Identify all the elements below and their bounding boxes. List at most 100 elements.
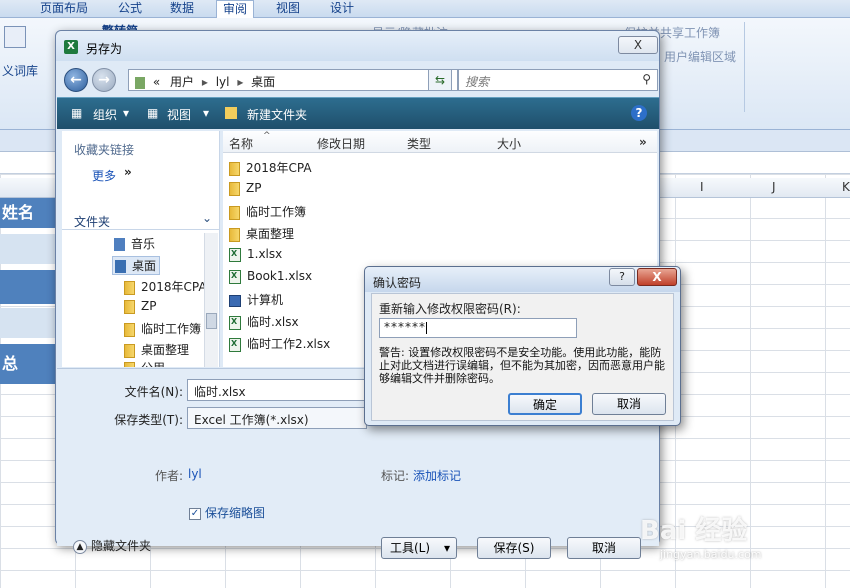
save-dialog-title: 另存为: [86, 42, 123, 56]
tab-view[interactable]: 视图: [276, 0, 300, 18]
more-link[interactable]: 更多: [92, 167, 116, 184]
new-folder-icon: [225, 107, 237, 119]
cancel-button[interactable]: 取消: [567, 537, 641, 559]
view-button[interactable]: 视图: [167, 106, 191, 123]
folders-heading[interactable]: 文件夹: [74, 213, 110, 230]
column-name[interactable]: 名称: [229, 135, 253, 152]
excel-file-icon: [229, 269, 241, 284]
organize-button[interactable]: 组织: [93, 106, 117, 123]
tree-scrollbar[interactable]: [204, 233, 218, 367]
ribbon-separator: [744, 22, 745, 112]
thumbnail-checkbox[interactable]: ✓ 保存缩略图: [189, 504, 265, 521]
tree-item-temp-workbook[interactable]: 临时工作簿: [124, 320, 204, 337]
location-icon: [135, 76, 145, 89]
chevron-double-icon[interactable]: »: [124, 165, 132, 179]
ribbon-custom-dict[interactable]: 义词库: [2, 62, 38, 79]
cell-total[interactable]: 总: [0, 344, 55, 384]
cell-blank-3[interactable]: [0, 308, 55, 338]
file-row[interactable]: 临时工作2.xlsx: [229, 335, 330, 352]
folder-icon: [229, 205, 240, 220]
folder-icon: [124, 299, 135, 314]
sort-up-icon: ^: [263, 131, 271, 141]
file-row[interactable]: ZP: [229, 181, 261, 196]
filename-input[interactable]: 临时.xlsx: [187, 379, 367, 401]
tab-formulas[interactable]: 公式: [118, 0, 142, 18]
file-row[interactable]: 计算机: [229, 291, 283, 308]
search-placeholder: 搜索: [465, 75, 490, 89]
tab-review[interactable]: 审阅: [216, 0, 255, 18]
ok-button[interactable]: 确定: [508, 393, 582, 415]
save-button[interactable]: 保存(S): [477, 537, 551, 559]
chevron-down-icon[interactable]: ▾: [203, 106, 209, 120]
hide-folders-button[interactable]: ▲ 隐藏文件夹: [73, 537, 151, 554]
password-input[interactable]: ******: [379, 318, 577, 338]
tab-page-layout[interactable]: 页面布局: [40, 0, 88, 18]
organize-icon: ▦: [71, 106, 83, 120]
file-row[interactable]: Book1.xlsx: [229, 269, 312, 284]
breadcrumb-desktop[interactable]: 桌面: [251, 75, 275, 89]
tree-item-desktop-tidy[interactable]: 桌面整理: [124, 341, 189, 358]
tab-design[interactable]: 设计: [330, 0, 354, 18]
file-row[interactable]: 1.xlsx: [229, 247, 282, 262]
tree-item-public[interactable]: 公用: [124, 359, 165, 367]
refresh-icon[interactable]: ⇆: [428, 69, 452, 91]
filename-label: 文件名(N):: [124, 385, 183, 399]
file-row[interactable]: 临时工作簿: [229, 203, 306, 220]
folder-icon: [229, 181, 240, 196]
file-list-header: 名称 ^ 修改日期 类型 大小 »: [223, 131, 657, 153]
help-button[interactable]: ?: [609, 268, 635, 286]
ribbon-tab-bar: 页面布局 公式 数据 审阅 视图 设计: [0, 0, 850, 18]
tree-item-desktop[interactable]: 桌面: [112, 256, 161, 275]
cell-blank[interactable]: [0, 234, 55, 264]
chevron-double-icon[interactable]: »: [639, 135, 647, 149]
save-dialog-close-button[interactable]: X: [618, 36, 658, 54]
cancel-button[interactable]: 取消: [592, 393, 666, 415]
column-size[interactable]: 大小: [497, 135, 521, 152]
forward-arrow-icon[interactable]: →: [92, 68, 116, 92]
breadcrumb-users[interactable]: 用户: [170, 75, 194, 89]
column-header-i[interactable]: I: [700, 180, 704, 194]
back-arrow-icon[interactable]: ←: [64, 68, 88, 92]
breadcrumb-lyl[interactable]: lyl: [216, 75, 230, 89]
author-link[interactable]: lyl: [188, 467, 202, 481]
column-header-k[interactable]: K: [842, 180, 850, 194]
filetype-select[interactable]: Excel 工作簿(*.xlsx): [187, 407, 367, 429]
tree-item-music[interactable]: 音乐: [114, 235, 155, 252]
tab-data[interactable]: 数据: [170, 0, 194, 18]
confirm-dialog-title: 确认密码: [373, 276, 422, 290]
file-row[interactable]: 临时.xlsx: [229, 313, 299, 330]
chevron-up-icon: ▲: [73, 539, 87, 554]
dialog-toolbar: ▦ 组织 ▾ ▦ 视图 ▾ 新建文件夹 ?: [57, 97, 659, 129]
tags-label: 标记:: [380, 469, 409, 483]
watermark-logo: Bai 经验: [640, 516, 748, 546]
excel-icon: X: [64, 40, 78, 54]
folder-icon: [124, 322, 135, 337]
folder-icon: [124, 280, 135, 295]
search-icon[interactable]: ⚲: [642, 72, 651, 86]
column-header-j[interactable]: J: [772, 180, 776, 194]
help-button[interactable]: ?: [631, 105, 647, 121]
cell-name-header[interactable]: 姓名: [0, 198, 55, 228]
new-folder-button[interactable]: 新建文件夹: [247, 106, 307, 123]
chevron-down-icon[interactable]: ⌄: [202, 211, 212, 225]
scrollbar-thumb[interactable]: [206, 313, 217, 329]
file-row[interactable]: 桌面整理: [229, 225, 294, 242]
tree-item-zp[interactable]: ZP: [124, 299, 156, 314]
tags-link[interactable]: 添加标记: [413, 467, 461, 484]
confirm-dialog-body: 重新输入修改权限密码(R): ****** 警告: 设置修改权限密码不是安全功能…: [371, 293, 674, 421]
breadcrumb-overflow[interactable]: «: [153, 75, 160, 89]
save-dialog-titlebar: X 另存为 X: [56, 31, 659, 61]
file-row[interactable]: 2018年CPA: [229, 159, 312, 176]
column-type[interactable]: 类型: [407, 135, 431, 152]
folder-icon: [229, 227, 240, 242]
close-button[interactable]: X: [637, 268, 677, 286]
favorites-heading: 收藏夹链接: [74, 143, 135, 157]
column-modified[interactable]: 修改日期: [317, 135, 365, 152]
tree-item-2018cpa[interactable]: 2018年CPA: [124, 278, 204, 295]
ribbon-allow-edit[interactable]: 用户编辑区域: [664, 48, 736, 65]
tools-button[interactable]: 工具(L) ▾: [381, 537, 457, 559]
address-bar[interactable]: « 用户 ▸ lyl ▸ 桌面 ▾: [128, 69, 458, 91]
search-input[interactable]: 搜索 ⚲: [458, 69, 658, 91]
cell-blank-2[interactable]: [0, 270, 55, 304]
chevron-down-icon[interactable]: ▾: [123, 106, 129, 120]
